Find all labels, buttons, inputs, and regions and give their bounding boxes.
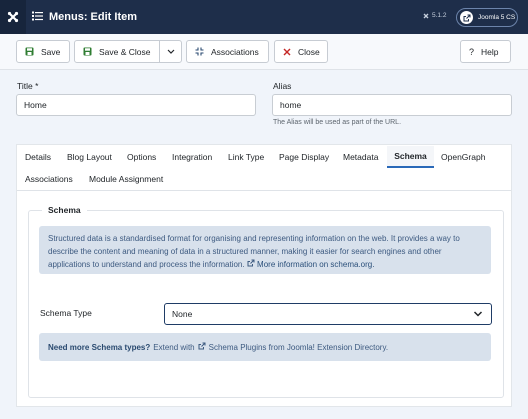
- associations-icon: [195, 47, 204, 56]
- question-mark-icon: ?: [469, 46, 475, 57]
- chevron-down-icon: [473, 311, 483, 317]
- associations-button[interactable]: Associations: [186, 40, 269, 63]
- schema-plugins-alert: Need more Schema types? Extend with Sche…: [39, 333, 491, 361]
- joomla-logo-icon[interactable]: [0, 0, 26, 34]
- tab-link-type[interactable]: Link Type: [228, 146, 264, 168]
- tab-module-assignment[interactable]: Module Assignment: [89, 168, 163, 190]
- site-link-button[interactable]: Joomla 5 CS: [456, 8, 518, 27]
- external-link-icon: [198, 342, 206, 352]
- tab-page-display[interactable]: Page Display: [279, 146, 329, 168]
- save-button[interactable]: Save: [16, 40, 70, 63]
- tab-associations[interactable]: Associations: [25, 168, 73, 190]
- schema-type-select[interactable]: None: [164, 303, 492, 325]
- joomla-small-icon: [423, 13, 429, 18]
- schema-legend: Schema: [42, 205, 87, 215]
- tab-options[interactable]: Options: [127, 146, 156, 168]
- chevron-down-icon: [167, 49, 174, 54]
- version-badge: 5.1.2: [423, 12, 446, 19]
- schema-info-alert: Structured data is a standardised format…: [39, 226, 491, 274]
- save-close-button[interactable]: Save & Close: [74, 40, 182, 63]
- tab-bar: Details Blog Layout Options Integration …: [17, 145, 511, 191]
- save-dropdown-toggle[interactable]: [159, 41, 181, 62]
- help-button[interactable]: ? Help: [460, 40, 511, 63]
- toolbar: Save Save & Close Associations Close ? H…: [0, 34, 528, 70]
- page-title: Menus: Edit Item: [49, 11, 138, 23]
- alias-label: Alias: [273, 81, 292, 91]
- schema-plugins-link[interactable]: Schema Plugins from Joomla! Extension Di…: [209, 343, 388, 352]
- external-link-icon: [460, 11, 473, 24]
- title-label: Title *: [17, 81, 39, 91]
- schema-type-label: Schema Type: [40, 308, 92, 318]
- tabs-panel: Details Blog Layout Options Integration …: [16, 144, 512, 407]
- schema-more-text: Extend with: [153, 342, 195, 352]
- save-icon: [25, 47, 34, 56]
- title-input[interactable]: Home: [16, 94, 256, 116]
- menu-list-icon: [32, 11, 43, 23]
- app-header: Menus: Edit Item 5.1.2 Joomla 5 CS: [0, 0, 528, 34]
- site-link-label: Joomla 5 CS: [478, 14, 516, 21]
- schema-type-value: None: [172, 309, 193, 319]
- tab-integration[interactable]: Integration: [172, 146, 212, 168]
- close-icon: [283, 48, 291, 55]
- alias-input[interactable]: home: [272, 94, 512, 116]
- tab-opengraph[interactable]: OpenGraph: [441, 146, 485, 168]
- tab-details[interactable]: Details: [25, 146, 51, 168]
- tab-metadata[interactable]: Metadata: [343, 146, 378, 168]
- save-icon: [83, 47, 92, 56]
- tab-blog-layout[interactable]: Blog Layout: [67, 146, 112, 168]
- external-link-icon: [247, 259, 257, 269]
- schema-fieldset: Schema Structured data is a standardised…: [28, 205, 504, 398]
- schema-more-heading: Need more Schema types?: [48, 342, 151, 352]
- close-button[interactable]: Close: [274, 40, 328, 63]
- schema-org-link[interactable]: More information on schema.org.: [257, 260, 374, 269]
- alias-hint: The Alias will be used as part of the UR…: [273, 119, 402, 126]
- tab-schema[interactable]: Schema: [387, 146, 434, 168]
